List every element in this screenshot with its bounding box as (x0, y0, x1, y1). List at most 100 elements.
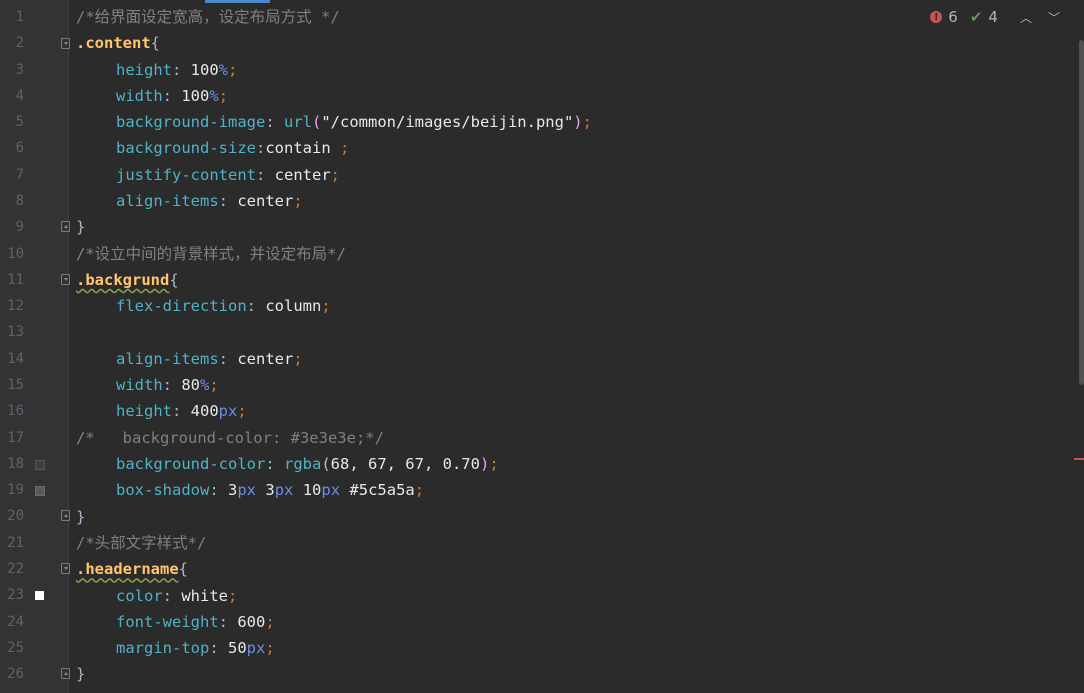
css-property: height (116, 402, 172, 421)
code-comment: /* background-color: #3e3e3e;*/ (76, 428, 384, 447)
fold-toggle-icon[interactable] (61, 563, 70, 574)
code-line: /*头部文字样式*/ (76, 530, 1084, 556)
css-unit: px (237, 481, 257, 500)
css-property: font-weight (116, 612, 219, 631)
css-property: align-items (116, 192, 219, 211)
css-unit: px (246, 639, 266, 658)
line-number: 5 (15, 114, 24, 130)
code-line: } (76, 665, 86, 684)
line-number: 20 (7, 508, 24, 524)
line-number: 19 (7, 482, 24, 498)
css-number: 3 (265, 481, 275, 500)
fold-toggle-icon[interactable] (61, 510, 70, 521)
color-swatch-icon[interactable] (35, 460, 45, 470)
css-selector: .headername (76, 560, 179, 579)
code-line: box-shadow: 3px 3px 10px #5c5a5a; (116, 481, 425, 500)
line-number: 16 (7, 403, 24, 419)
css-unit: % (200, 376, 210, 395)
css-function: url (283, 113, 312, 132)
fold-toggle-icon[interactable] (61, 668, 70, 679)
code-line: align-items: center; (116, 192, 303, 211)
code-line: height: 100%; (116, 60, 238, 79)
fold-toggle-icon[interactable] (61, 38, 70, 49)
css-value: column (265, 297, 322, 316)
fold-toggle-icon[interactable] (61, 274, 70, 285)
code-line: background-size:contain ; (116, 139, 350, 158)
line-number: 12 (7, 298, 24, 314)
line-number: 10 (7, 246, 24, 262)
line-number: 8 (15, 193, 24, 209)
line-number: 17 (7, 430, 24, 446)
css-number: 100 (190, 60, 219, 79)
line-number: 23 (7, 587, 24, 603)
line-number: 11 (7, 272, 24, 288)
color-swatch-icon[interactable] (35, 591, 44, 600)
css-value: center (237, 192, 294, 211)
active-tab-indicator (205, 0, 270, 3)
code-line: font-weight: 600; (116, 612, 275, 631)
line-number: 18 (7, 456, 24, 472)
line-number: 6 (15, 140, 24, 156)
code-comment: /*给界面设定宽高，设定布局方式 */ (76, 8, 340, 26)
code-comment: /*设立中间的背景样式，并设定布局*/ (76, 244, 346, 263)
error-icon: ! (930, 11, 943, 23)
line-number: 22 (7, 561, 24, 577)
css-number: 10 (302, 481, 322, 500)
code-line: margin-top: 50px; (116, 639, 275, 658)
code-line: flex-direction: column; (116, 297, 331, 316)
css-value: contain (265, 139, 331, 158)
line-number: 24 (7, 614, 24, 630)
code-line: .content{ (76, 34, 160, 53)
line-number: 9 (15, 219, 24, 235)
css-unit: % (218, 60, 229, 79)
line-number: 7 (15, 167, 24, 183)
code-line: width: 80%; (116, 376, 219, 395)
css-function: rgba (283, 455, 322, 474)
line-number: 21 (7, 535, 24, 551)
css-number: 3 (228, 481, 238, 500)
css-selector: .content (76, 34, 151, 53)
editor-gutter[interactable]: 1 2 3 4 5 6 7 8 9 10 11 12 13 14 15 16 1… (0, 0, 70, 693)
vertical-scrollbar[interactable] (1078, 0, 1084, 693)
code-line: height: 400px; (116, 402, 247, 421)
code-line: } (76, 218, 86, 237)
error-count: 6 (948, 8, 958, 26)
css-selector: .backgrund (76, 270, 170, 289)
css-number: 600 (237, 612, 266, 631)
css-args: 68, 67, 67, 0.70 (330, 455, 480, 474)
warning-check-icon: ✔ (969, 8, 983, 26)
code-line: background-image: url("/common/images/be… (116, 113, 592, 132)
css-property: flex-direction (116, 297, 247, 316)
chevron-up-icon[interactable]: ︿ (1020, 9, 1032, 26)
code-comment: /*头部文字样式*/ (76, 533, 207, 552)
css-property: justify-content (116, 165, 256, 184)
color-swatch-icon[interactable] (35, 486, 45, 496)
line-number: 25 (7, 640, 24, 656)
code-line: .backgrund{ (76, 270, 179, 289)
line-number: 2 (15, 35, 24, 51)
code-line: /*设立中间的背景样式，并设定布局*/ (76, 241, 1084, 267)
css-unit: px (218, 402, 238, 421)
scrollbar-thumb[interactable] (1079, 40, 1084, 385)
css-property: width (116, 376, 163, 395)
inspection-status[interactable]: ! 6 ✔ 4 ︿ ﹀ (930, 8, 1060, 26)
code-line: justify-content: center; (116, 165, 340, 184)
code-line: /* background-color: #3e3e3e;*/ (76, 425, 1084, 451)
fold-toggle-icon[interactable] (61, 221, 70, 232)
css-number: 50 (228, 639, 247, 658)
line-number: 15 (7, 377, 24, 393)
chevron-down-icon[interactable]: ﹀ (1048, 9, 1060, 26)
error-stripe-marker[interactable] (1074, 458, 1084, 460)
line-number: 1 (15, 9, 24, 25)
code-line: .headername{ (76, 560, 188, 579)
css-number: 400 (190, 402, 219, 421)
line-number: 4 (15, 88, 24, 104)
css-value: center (237, 349, 294, 368)
code-line: width: 100%; (116, 86, 229, 105)
css-property: background-size (116, 139, 256, 158)
code-editor[interactable]: /*给界面设定宽高，设定布局方式 */ .content{ height: 10… (76, 4, 1084, 688)
css-value: center (274, 165, 331, 184)
css-property: background-color (116, 455, 266, 474)
css-color: #5c5a5a (349, 481, 415, 500)
